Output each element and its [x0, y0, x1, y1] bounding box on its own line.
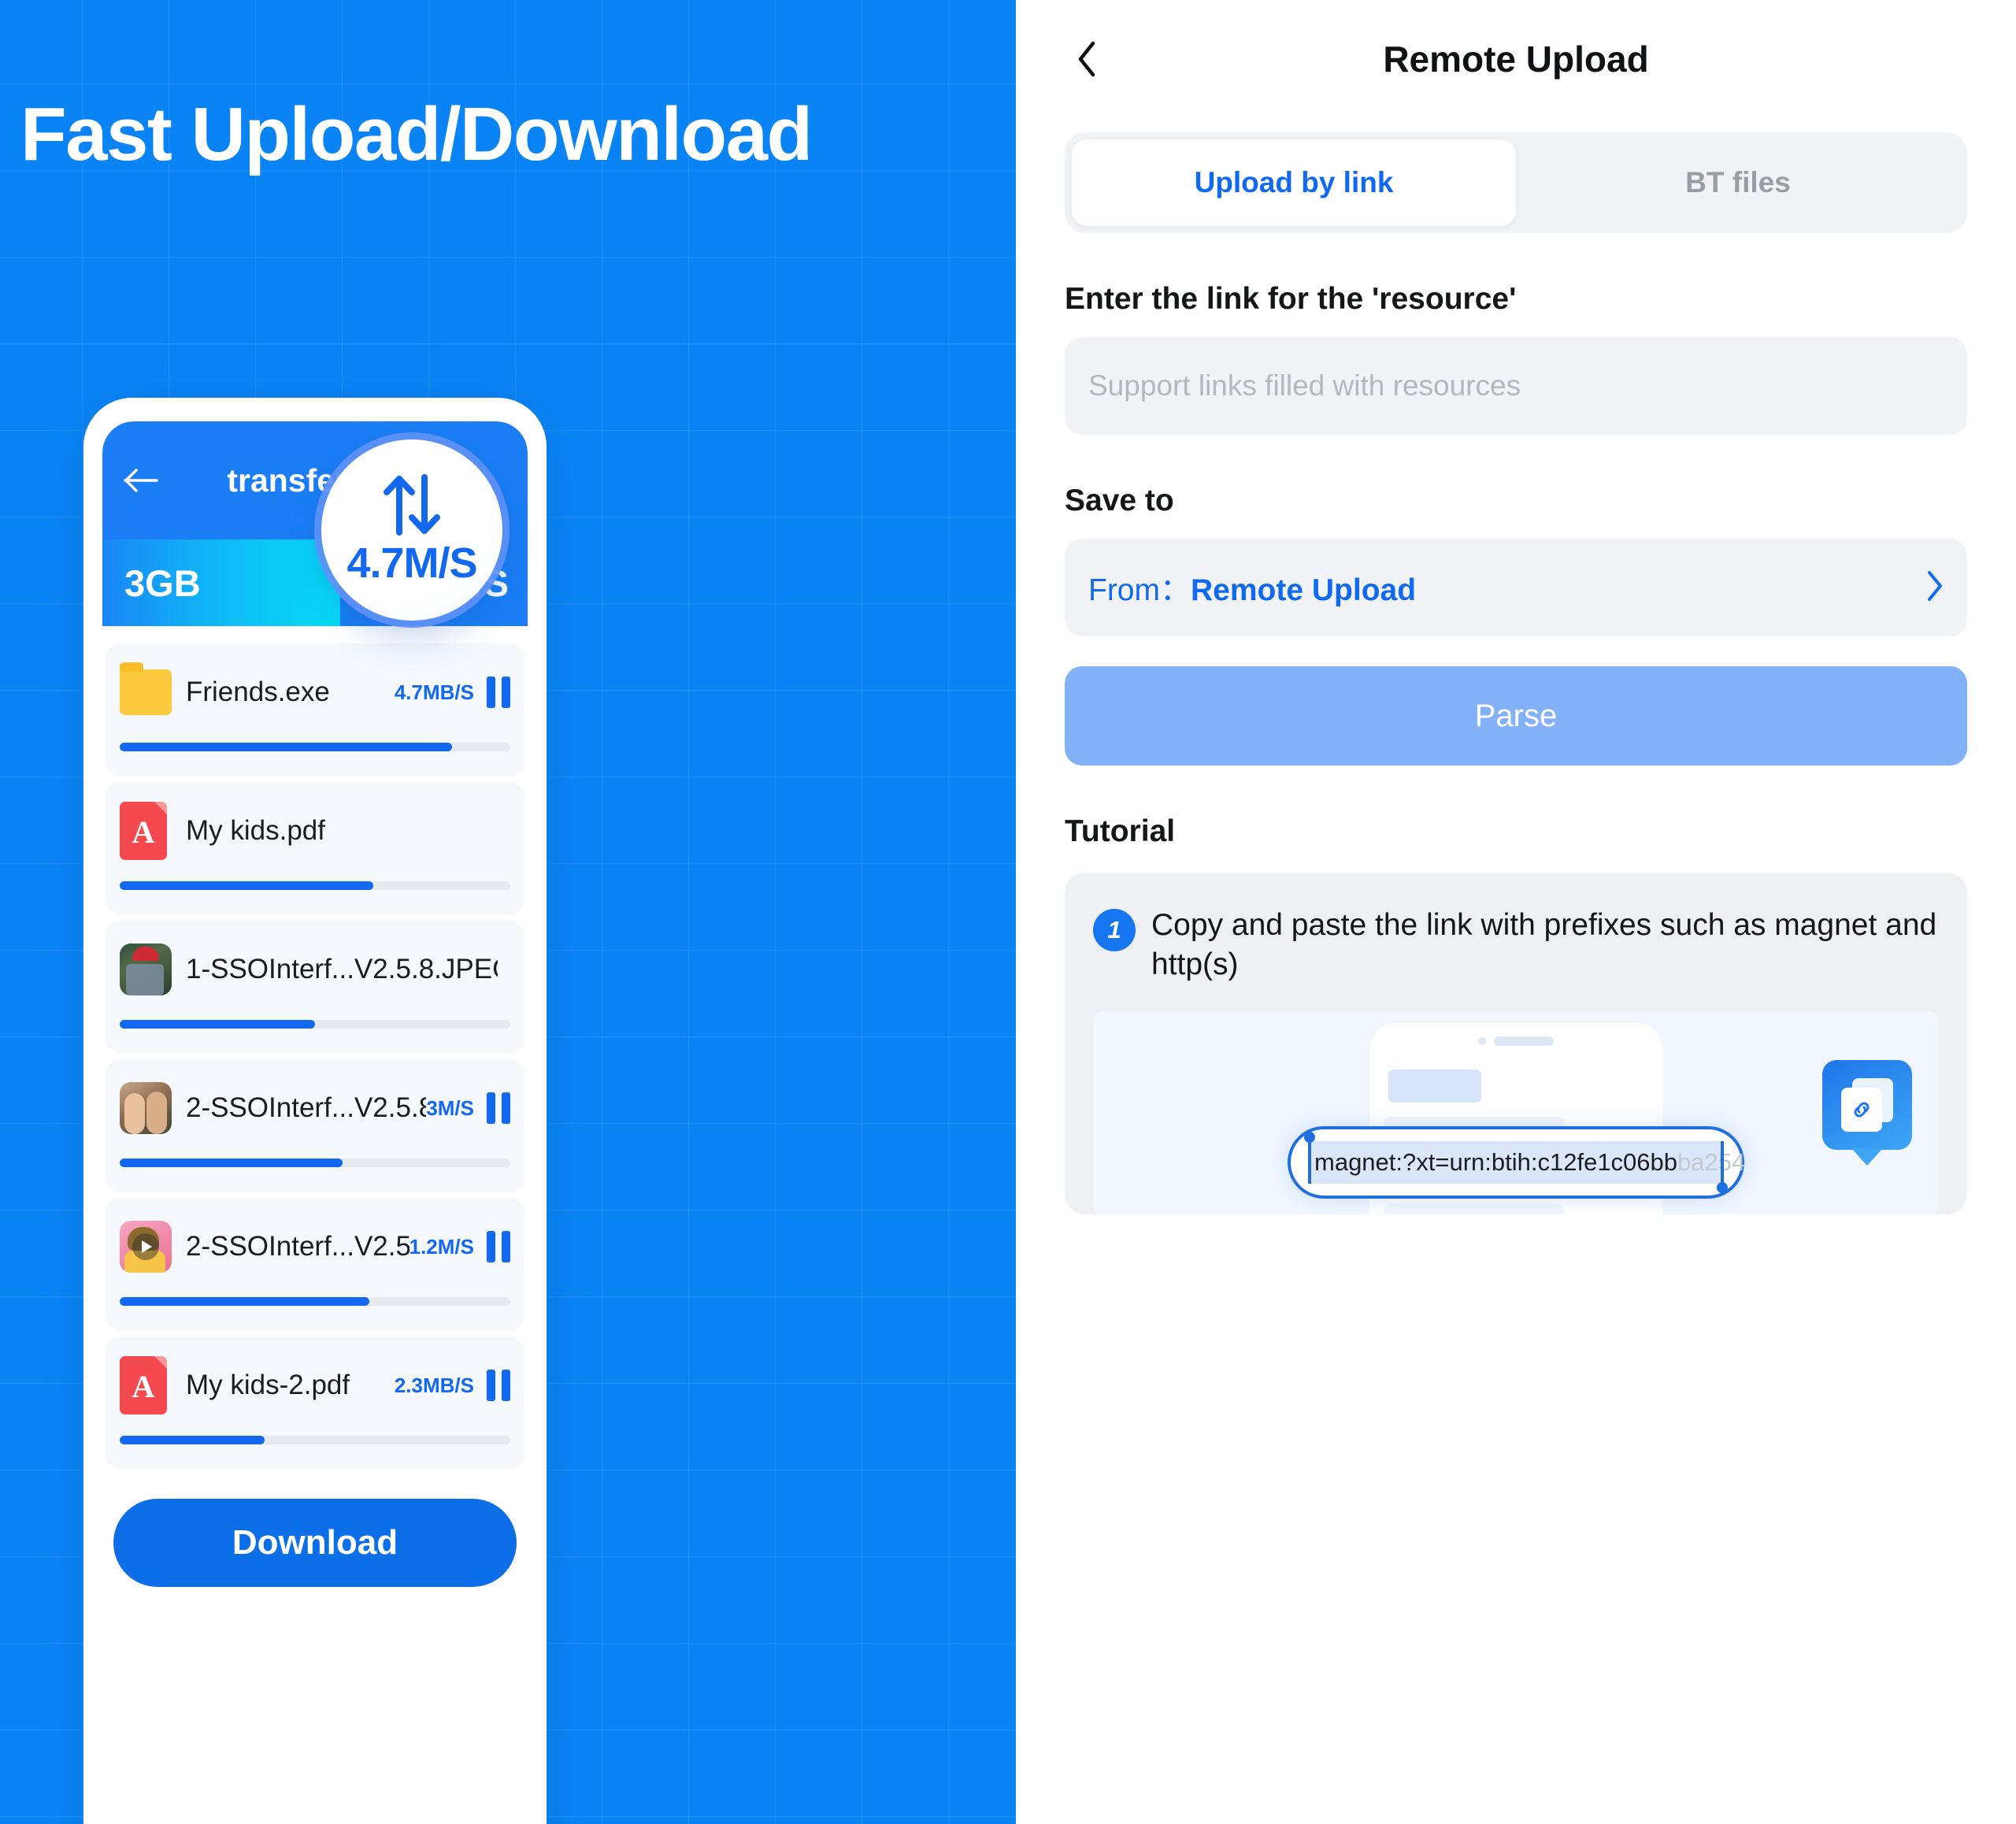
pause-icon[interactable] — [487, 677, 510, 708]
chevron-right-icon: › — [1548, 1213, 1554, 1214]
navigation-bar: Remote Upload — [1065, 0, 1967, 118]
file-speed: 2.3MB/S — [394, 1373, 474, 1397]
illustration-title-block — [1388, 1069, 1481, 1103]
page-header-title: Remote Upload — [1383, 39, 1649, 80]
tutorial-step: 1 Copy and paste the link with prefixes … — [1093, 906, 1939, 984]
file-name: My kids.pdf — [186, 815, 325, 846]
progress-bar — [120, 743, 510, 751]
file-name: 1-SSOInterf...V2.5.8.JPEG — [186, 954, 498, 984]
link-section-label: Enter the link for the 'resource' — [1065, 282, 1517, 316]
phone-screen: transfer list 3GB 4.7MB/S Friends.exe — [102, 421, 528, 1824]
selection-handle-right — [1717, 1140, 1728, 1193]
file-speed: 3M/S — [426, 1096, 474, 1120]
illustration-saveto-label: My Terabox — [1395, 1213, 1484, 1214]
save-to-label: Save to — [1065, 484, 1174, 517]
pause-icon[interactable] — [487, 1092, 510, 1124]
progress-bar — [120, 1297, 510, 1306]
video-thumbnail — [120, 1218, 172, 1276]
tab-bt-files[interactable]: BT files — [1516, 139, 1960, 226]
transfer-file-list: Friends.exe 4.7MB/S A My kids.pdf 1-SSOI… — [102, 626, 528, 1469]
progress-bar — [120, 1020, 510, 1029]
tutorial-card: 1 Copy and paste the link with prefixes … — [1065, 873, 1967, 1214]
table-row[interactable]: 2-SSOInterf...V2.5.8.JPEG 3M/S — [106, 1059, 524, 1192]
file-name: 2-SSOInterf...V2.5.8.MP4 — [186, 1231, 410, 1262]
table-row[interactable]: A My kids.pdf — [106, 782, 524, 914]
file-name: My kids-2.pdf — [186, 1370, 350, 1400]
chevron-right-icon — [1926, 570, 1944, 606]
play-icon — [132, 1233, 159, 1260]
table-row[interactable]: A My kids-2.pdf 2.3MB/S — [106, 1336, 524, 1469]
table-row[interactable]: 2-SSOInterf...V2.5.8.MP4 1.2M/S — [106, 1198, 524, 1330]
file-speed: 4.7MB/S — [394, 680, 474, 704]
download-button[interactable]: Download — [113, 1499, 517, 1587]
folder-icon — [120, 662, 172, 721]
progress-bar — [120, 1159, 510, 1167]
remote-upload-panel: Remote Upload Upload by link BT files En… — [1016, 0, 2016, 1824]
selection-handle-left — [1304, 1131, 1315, 1184]
step-number-badge: 1 — [1093, 909, 1136, 951]
speed-badge: 4.7M/S — [321, 439, 502, 621]
photo-thumbnail — [120, 940, 172, 999]
magnet-faded-text: ba254 — [1677, 1147, 1746, 1176]
link-copy-icon — [1822, 1059, 1912, 1150]
total-size-value: 3GB — [124, 562, 201, 604]
page-title: Fast Upload/Download — [20, 92, 813, 176]
phone-mockup: transfer list 3GB 4.7MB/S Friends.exe — [83, 398, 547, 1824]
progress-bar — [120, 1436, 510, 1444]
magnet-typed-text: magnet:?xt=urn:btih:c12fe1c06bb — [1314, 1147, 1678, 1176]
tab-upload-by-link[interactable]: Upload by link — [1072, 139, 1516, 226]
illustration-magnet-pill: magnet:?xt=urn:btih:c12fe1c06bbba254 — [1288, 1125, 1746, 1199]
speed-badge-value: 4.7M/S — [346, 539, 477, 587]
progress-bar — [120, 881, 510, 890]
save-to-selector[interactable]: From：Remote Upload — [1065, 539, 1967, 636]
promo-panel: Fast Upload/Download transfer list 3GB F… — [0, 0, 1016, 1824]
pdf-icon: A — [120, 1356, 172, 1414]
parse-button[interactable]: Parse — [1065, 666, 1967, 766]
file-speed: 1.2M/S — [409, 1234, 474, 1259]
link-input[interactable]: Support links filled with resources — [1065, 337, 1967, 435]
table-row[interactable]: 1-SSOInterf...V2.5.8.JPEG — [106, 921, 524, 1053]
file-name: 2-SSOInterf...V2.5.8.JPEG — [186, 1092, 426, 1123]
save-to-value: Remote Upload — [1191, 573, 1417, 607]
total-size-meter: 3GB — [102, 539, 341, 626]
pause-icon[interactable] — [487, 1370, 510, 1401]
tutorial-step-text: Copy and paste the link with prefixes su… — [1151, 908, 1937, 981]
pdf-icon: A — [120, 802, 172, 860]
pause-icon[interactable] — [487, 1231, 510, 1262]
download-button-area: Download — [102, 1475, 528, 1587]
photo-thumbnail — [120, 1079, 172, 1137]
file-name: Friends.exe — [186, 677, 330, 707]
table-row[interactable]: Friends.exe 4.7MB/S — [106, 643, 524, 776]
up-down-arrows-icon — [384, 474, 440, 536]
save-to-prefix: From： — [1088, 573, 1191, 607]
arrow-left-icon[interactable] — [123, 462, 159, 499]
illustration-saveto-row: My Terabox › — [1384, 1203, 1565, 1214]
chevron-left-icon[interactable] — [1065, 37, 1109, 81]
tutorial-illustration: magnet ✕ My Terabox › Upload — [1093, 1010, 1939, 1214]
tutorial-label: Tutorial — [1065, 814, 1176, 848]
phone-notch — [1478, 1036, 1554, 1046]
app-screen: Fast Upload/Download transfer list 3GB F… — [0, 0, 2016, 1824]
tab-bar: Upload by link BT files — [1065, 132, 1967, 233]
